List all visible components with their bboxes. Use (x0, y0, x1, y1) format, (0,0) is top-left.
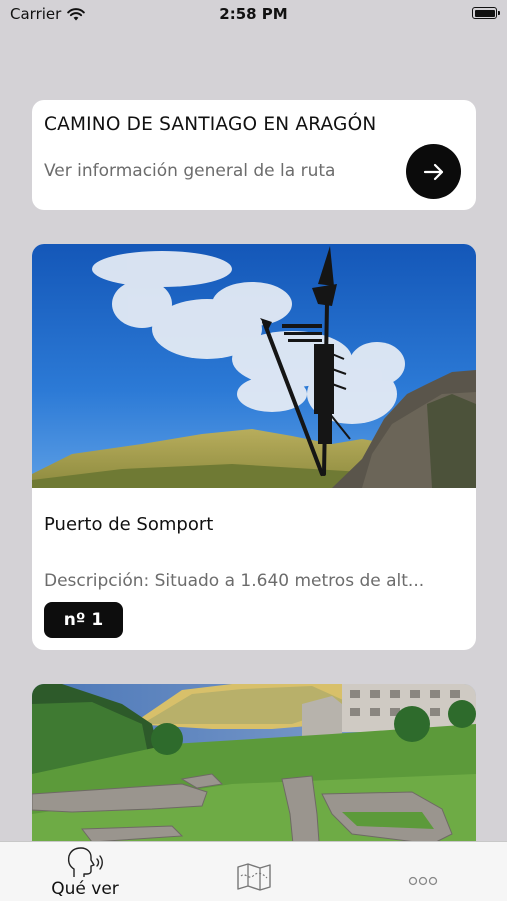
tab-more[interactable] (338, 842, 507, 901)
tab-map[interactable] (170, 842, 338, 901)
route-info-link[interactable]: Ver información general de la ruta (44, 161, 335, 181)
more-dots-icon (408, 876, 438, 886)
poi-description: Descripción: Situado a 1.640 metros de a… (44, 571, 425, 591)
poi-card[interactable]: Puerto de Somport Descripción: Situado a… (32, 244, 476, 650)
battery-icon (472, 7, 500, 19)
route-title: CAMINO DE SANTIAGO EN ARAGÓN (44, 114, 377, 135)
arrow-right-icon (423, 163, 443, 180)
tab-bar: Qué ver (0, 841, 507, 901)
poi-name: Puerto de Somport (44, 514, 214, 535)
poi-number-badge: nº 1 (44, 602, 123, 638)
speaking-head-icon (67, 847, 103, 877)
route-info-button[interactable] (406, 144, 461, 199)
status-bar: Carrier 2:58 PM (0, 0, 507, 30)
tab-que-ver-label: Qué ver (51, 879, 119, 899)
route-info-card[interactable]: CAMINO DE SANTIAGO EN ARAGÓN Ver informa… (32, 100, 476, 210)
map-icon (237, 863, 271, 891)
poi-photo-somport (32, 244, 476, 488)
tab-que-ver[interactable]: Qué ver (0, 842, 170, 901)
status-time: 2:58 PM (219, 5, 288, 23)
